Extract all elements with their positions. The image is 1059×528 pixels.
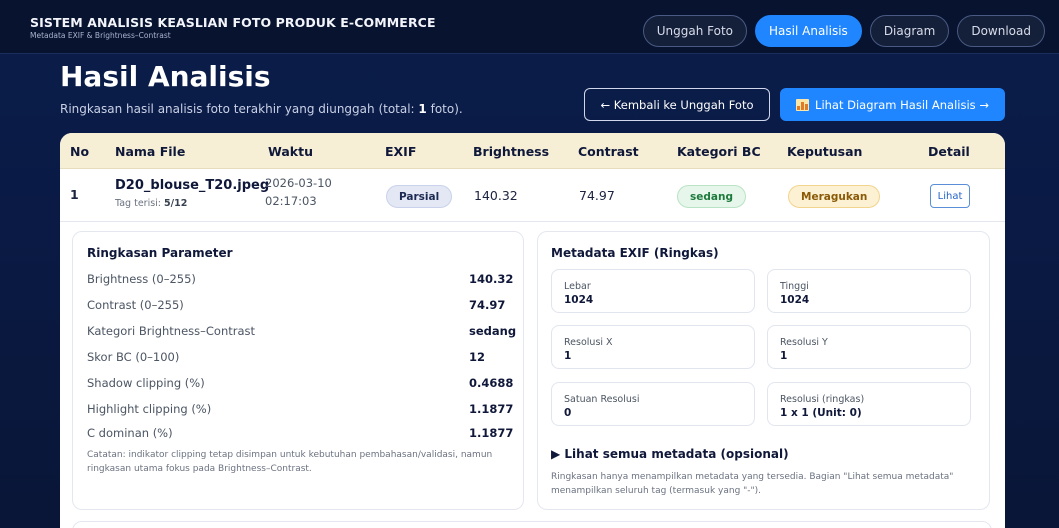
exif-value-resolusi-y: 1 xyxy=(780,350,788,362)
exif-label-resolusi-y: Resolusi Y xyxy=(780,337,828,348)
param-label-skor-bc: Skor BC (0–100) xyxy=(87,350,180,364)
exif-field-satuan-resolusi: Satuan Resolusi 0 xyxy=(551,382,755,426)
exif-field-resolusi-y: Resolusi Y 1 xyxy=(767,325,971,369)
param-label-contrast: Contrast (0–255) xyxy=(87,298,184,312)
column-header-no: No xyxy=(70,144,90,159)
table-header: No Nama File Waktu EXIF Brightness Contr… xyxy=(60,133,1005,169)
keputusan-badge: Meragukan xyxy=(788,185,881,208)
exif-field-resolusi-x: Resolusi X 1 xyxy=(551,325,755,369)
page-subtitle: Ringkasan hasil analisis foto terakhir y… xyxy=(60,102,463,116)
diagram-button-label: Lihat Diagram Hasil Analisis → xyxy=(815,97,989,112)
app-title: SISTEM ANALISIS KEASLIAN FOTO PRODUK E-C… xyxy=(30,15,436,30)
param-value-c-dominan: 1.1877 xyxy=(469,426,514,440)
exif-status-badge: Parsial xyxy=(386,185,453,208)
parameter-note: Catatan: indikator clipping tetap disimp… xyxy=(87,450,493,474)
table-row: 1 D20_blouse_T20.jpeg Tag terisi: 5/12 2… xyxy=(60,170,1005,222)
exif-value-tinggi: 1024 xyxy=(780,294,810,306)
results-panel: No Nama File Waktu EXIF Brightness Contr… xyxy=(60,133,1005,528)
exif-label-tinggi: Tinggi xyxy=(780,281,809,292)
param-label-brightness: Brightness (0–255) xyxy=(87,272,196,286)
top-bar: SISTEM ANALISIS KEASLIAN FOTO PRODUK E-C… xyxy=(0,0,1059,54)
bar-chart-icon xyxy=(796,98,810,111)
param-value-kategori: sedang xyxy=(469,324,517,338)
exif-value-satuan-resolusi: 0 xyxy=(564,407,572,419)
row-number: 1 xyxy=(70,187,79,202)
param-label-c-dominan: C dominan (%) xyxy=(87,426,173,440)
exif-label-resolusi-ringkas: Resolusi (ringkas) xyxy=(780,394,865,405)
back-button-label: ← Kembali ke Unggah Foto xyxy=(600,97,754,112)
show-all-metadata-toggle[interactable]: ▶ Lihat semua metadata (opsional) xyxy=(551,447,789,461)
analysis-time: 02:17:03 xyxy=(265,194,317,208)
view-diagram-button[interactable]: Lihat Diagram Hasil Analisis → xyxy=(780,88,1005,121)
detail-button[interactable]: Lihat xyxy=(930,184,970,208)
exif-label-resolusi-x: Resolusi X xyxy=(564,337,613,348)
subtitle-suffix: foto). xyxy=(426,102,463,116)
kategori-badge: sedang xyxy=(677,185,746,208)
exif-value-lebar: 1024 xyxy=(564,294,594,306)
exif-field-lebar: Lebar 1024 xyxy=(551,269,755,313)
column-header-keputusan: Keputusan xyxy=(787,144,863,159)
nav-hasil-analisis[interactable]: Hasil Analisis xyxy=(755,15,862,47)
file-name: D20_blouse_T20.jpeg xyxy=(115,178,270,193)
exif-field-resolusi-ringkas: Resolusi (ringkas) 1 x 1 (Unit: 0) xyxy=(767,382,971,426)
nav-unggah-foto[interactable]: Unggah Foto xyxy=(642,15,748,47)
param-value-brightness: 140.32 xyxy=(469,272,514,286)
column-header-exif: EXIF xyxy=(385,144,417,159)
exif-summary-title: Metadata EXIF (Ringkas) xyxy=(551,246,719,260)
param-value-highlight-clipping: 1.1877 xyxy=(469,402,514,416)
param-label-kategori: Kategori Brightness–Contrast xyxy=(87,324,256,338)
metadata-note: Ringkasan hanya menampilkan metadata yan… xyxy=(551,472,954,496)
exif-value-resolusi-ringkas: 1 x 1 (Unit: 0) xyxy=(780,407,862,419)
param-value-contrast: 74.97 xyxy=(469,298,506,312)
column-header-brightness: Brightness xyxy=(473,144,550,159)
column-header-nama-file: Nama File xyxy=(115,144,186,159)
column-header-kategori-bc: Kategori BC xyxy=(677,144,761,159)
exif-label-lebar: Lebar xyxy=(564,281,591,292)
nav-download[interactable]: Download xyxy=(957,15,1045,47)
param-value-shadow-clipping: 0.4688 xyxy=(469,376,514,390)
param-label-shadow-clipping: Shadow clipping (%) xyxy=(87,376,205,390)
next-card xyxy=(72,521,992,528)
subtitle-prefix: Ringkasan hasil analisis foto terakhir y… xyxy=(60,102,419,116)
main-nav: Unggah Foto Hasil Analisis Diagram Downl… xyxy=(642,15,1045,47)
tag-count-label: Tag terisi: xyxy=(115,198,165,209)
parameter-summary-card: Ringkasan Parameter Brightness (0–255) 1… xyxy=(72,231,524,510)
analysis-date: 2026-03-10 xyxy=(265,176,332,190)
exif-value-resolusi-x: 1 xyxy=(564,350,572,362)
column-header-detail: Detail xyxy=(928,144,970,159)
total-count: 1 xyxy=(418,102,427,116)
nav-diagram[interactable]: Diagram xyxy=(869,15,950,47)
tag-count: Tag terisi: 5/12 xyxy=(115,198,187,209)
app-subtitle: Metadata EXIF & Brightness–Contrast xyxy=(30,31,171,40)
brightness-value: 140.32 xyxy=(474,188,518,203)
back-to-upload-button[interactable]: ← Kembali ke Unggah Foto xyxy=(584,88,770,121)
column-header-contrast: Contrast xyxy=(578,144,639,159)
tag-count-value: 5/12 xyxy=(164,198,188,209)
exif-label-satuan-resolusi: Satuan Resolusi xyxy=(564,394,640,405)
column-header-waktu: Waktu xyxy=(268,144,313,159)
param-value-skor-bc: 12 xyxy=(469,350,486,364)
parameter-summary-title: Ringkasan Parameter xyxy=(87,246,233,260)
exif-summary-card: Metadata EXIF (Ringkas) Lebar 1024 Tingg… xyxy=(537,231,990,510)
contrast-value: 74.97 xyxy=(579,188,615,203)
param-label-highlight-clipping: Highlight clipping (%) xyxy=(87,402,212,416)
page-title: Hasil Analisis xyxy=(60,60,271,93)
exif-field-tinggi: Tinggi 1024 xyxy=(767,269,971,313)
